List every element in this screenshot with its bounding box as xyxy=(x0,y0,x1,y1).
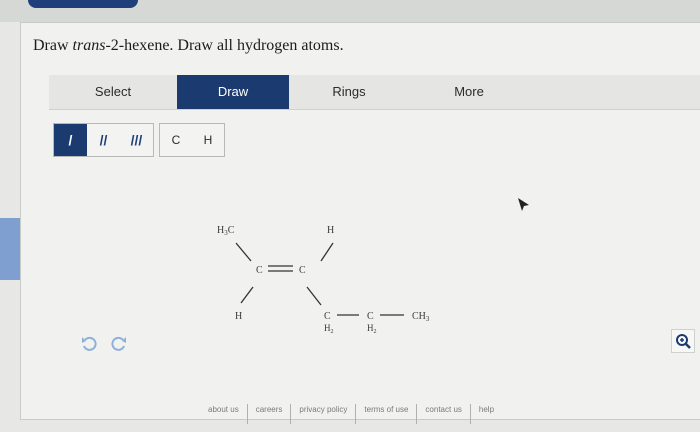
footer-privacy-link[interactable]: privacy policy xyxy=(291,404,357,424)
select-tab[interactable]: Select xyxy=(49,75,177,109)
question-prefix: Draw xyxy=(33,37,73,54)
footer-terms-link[interactable]: terms of use xyxy=(356,404,418,424)
h-top-label: H xyxy=(327,225,334,236)
footer-links: about us careers privacy policy terms of… xyxy=(200,404,502,424)
hydrogen-atom-tool[interactable]: H xyxy=(192,124,224,156)
bond-c-chain xyxy=(306,286,322,306)
footer-help-link[interactable]: help xyxy=(471,404,502,424)
carbon-atom-tool[interactable]: C xyxy=(160,124,192,156)
c-left-label: C xyxy=(256,265,263,276)
c-chain1-label: C xyxy=(324,311,331,322)
single-bond-tool[interactable]: / xyxy=(54,124,87,156)
molecule-structure: H3C H C C H C H2 C H2 CH3 xyxy=(217,225,430,335)
browser-top-band xyxy=(0,0,700,22)
double-bond-tool[interactable]: // xyxy=(87,124,120,156)
bond-h-c xyxy=(320,242,334,262)
bond-c-h-bottom xyxy=(240,286,254,304)
h3c-label: H3C xyxy=(217,225,235,237)
zoom-in-icon[interactable] xyxy=(671,329,695,353)
rings-tab[interactable]: Rings xyxy=(289,75,409,109)
bond-tool-group: / // /// xyxy=(53,123,154,157)
footer-contact-link[interactable]: contact us xyxy=(417,404,471,424)
ch3-label: CH3 xyxy=(412,311,430,323)
c-chain2-label: C xyxy=(367,311,374,322)
question-text: Draw trans-2-hexene. Draw all hydrogen a… xyxy=(33,37,344,55)
atom-tool-group: C H xyxy=(159,123,225,157)
h2-1-label: H2 xyxy=(324,323,334,335)
undo-icon[interactable] xyxy=(79,333,101,355)
question-card: Draw trans-2-hexene. Draw all hydrogen a… xyxy=(20,22,700,420)
redo-icon[interactable] xyxy=(107,333,129,355)
h2-2-label: H2 xyxy=(367,323,377,335)
footer-careers-link[interactable]: careers xyxy=(248,404,292,424)
question-suffix: -2-hexene. Draw all hydrogen atoms. xyxy=(105,37,344,54)
more-tab[interactable]: More xyxy=(409,75,529,109)
draw-tab[interactable]: Draw xyxy=(177,75,289,109)
editor-toolbar: Select Draw Rings More xyxy=(49,75,700,110)
mouse-cursor-icon xyxy=(518,198,529,211)
question-compound: trans xyxy=(72,37,106,54)
footer-about-link[interactable]: about us xyxy=(200,404,248,424)
top-tab-decor xyxy=(28,0,138,8)
h-bottom-label: H xyxy=(235,311,242,322)
left-accent-bar xyxy=(0,218,20,280)
drawing-canvas[interactable]: H3C H C C H C H2 C H2 CH3 xyxy=(41,173,700,373)
triple-bond-tool[interactable]: /// xyxy=(120,124,153,156)
c-right-label: C xyxy=(299,265,306,276)
bond-h3c-c xyxy=(235,242,252,262)
